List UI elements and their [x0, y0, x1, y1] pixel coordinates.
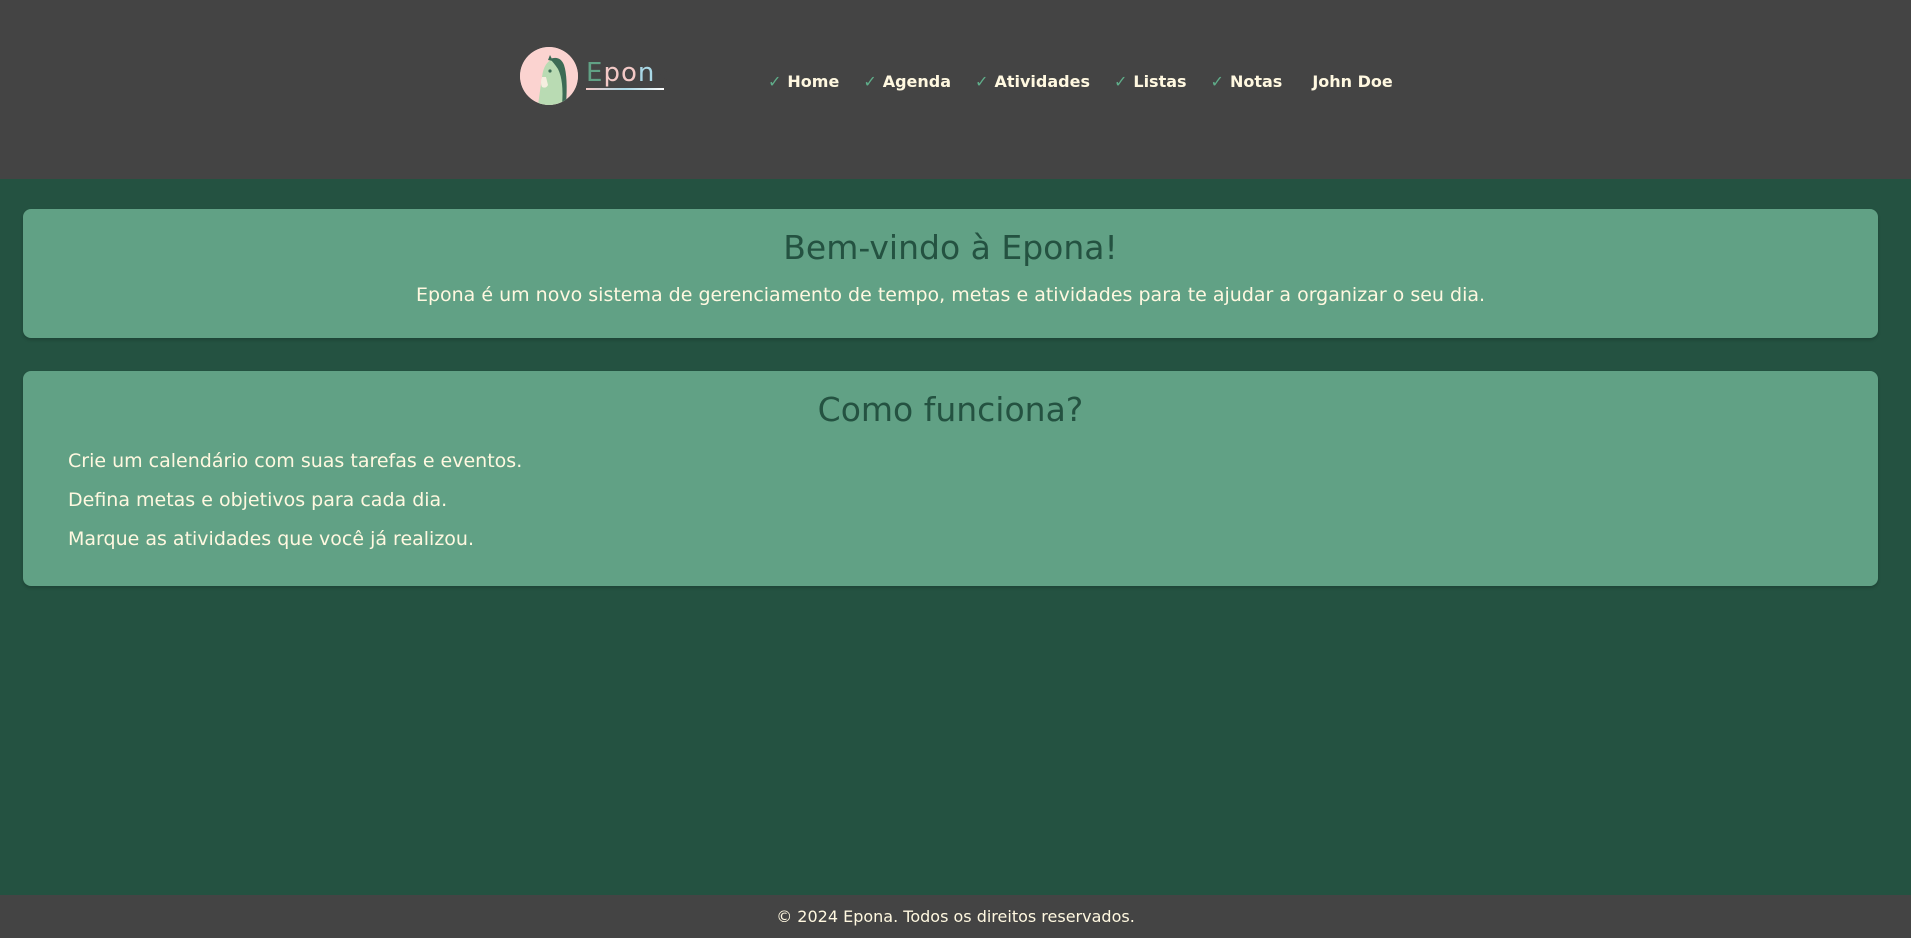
nav-item-label: Atividades [994, 72, 1090, 91]
brand-letter: a [655, 58, 673, 88]
user-menu[interactable]: John Doe [1312, 72, 1392, 91]
check-icon: ✓ [1210, 72, 1224, 91]
brand-letter: p [603, 58, 621, 88]
how-it-works-title: Como funciona? [817, 390, 1084, 429]
list-item: Crie um calendário com suas tarefas e ev… [68, 450, 523, 472]
brand-letter: E [586, 58, 604, 88]
brand-underline [586, 88, 664, 90]
nav-item-label: Notas [1229, 72, 1283, 91]
welcome-card: Bem-vindo à Epona! Epona é um novo siste… [23, 209, 1878, 338]
brand-letter: o [620, 58, 638, 88]
how-it-works-card: Como funciona? Crie um calendário com su… [23, 371, 1878, 586]
nav-item-label: Home [787, 72, 840, 91]
nav-item-agenda[interactable]: ✓ Agenda [863, 72, 951, 91]
brand-name[interactable]: Epona [586, 58, 672, 88]
nav-item-notas[interactable]: ✓ Notas [1211, 72, 1283, 91]
nav-item-atividades[interactable]: ✓ Atividades [975, 72, 1090, 91]
check-icon: ✓ [975, 72, 989, 91]
list-item: Defina metas e objetivos para cada dia. [68, 489, 448, 511]
site-footer: © 2024 Epona. Todos os direitos reservad… [0, 895, 1911, 938]
check-icon: ✓ [768, 72, 782, 91]
nav-item-label: Agenda [882, 72, 952, 91]
nav-item-listas[interactable]: ✓ Listas [1114, 72, 1187, 91]
check-icon: ✓ [1113, 72, 1128, 91]
welcome-text: Epona é um novo sistema de gerenciamento… [415, 284, 1486, 306]
welcome-title: Bem-vindo à Epona! [783, 228, 1118, 267]
site-header: Epona ✓ Home ✓ Agenda ✓ Atividades ✓ Lis… [0, 0, 1911, 179]
logo-horse-icon[interactable] [520, 47, 578, 105]
nav-item-home[interactable]: ✓ Home [768, 72, 839, 91]
list-item: Marque as atividades que você já realizo… [68, 528, 475, 550]
brand-letter: n [637, 58, 656, 88]
nav-item-label: Listas [1133, 72, 1187, 91]
footer-text: © 2024 Epona. Todos os direitos reservad… [776, 907, 1135, 926]
main-nav: ✓ Home ✓ Agenda ✓ Atividades ✓ Listas ✓ … [768, 72, 1393, 91]
check-icon: ✓ [863, 72, 877, 91]
steps-list: Crie um calendário com suas tarefas e ev… [68, 449, 522, 566]
